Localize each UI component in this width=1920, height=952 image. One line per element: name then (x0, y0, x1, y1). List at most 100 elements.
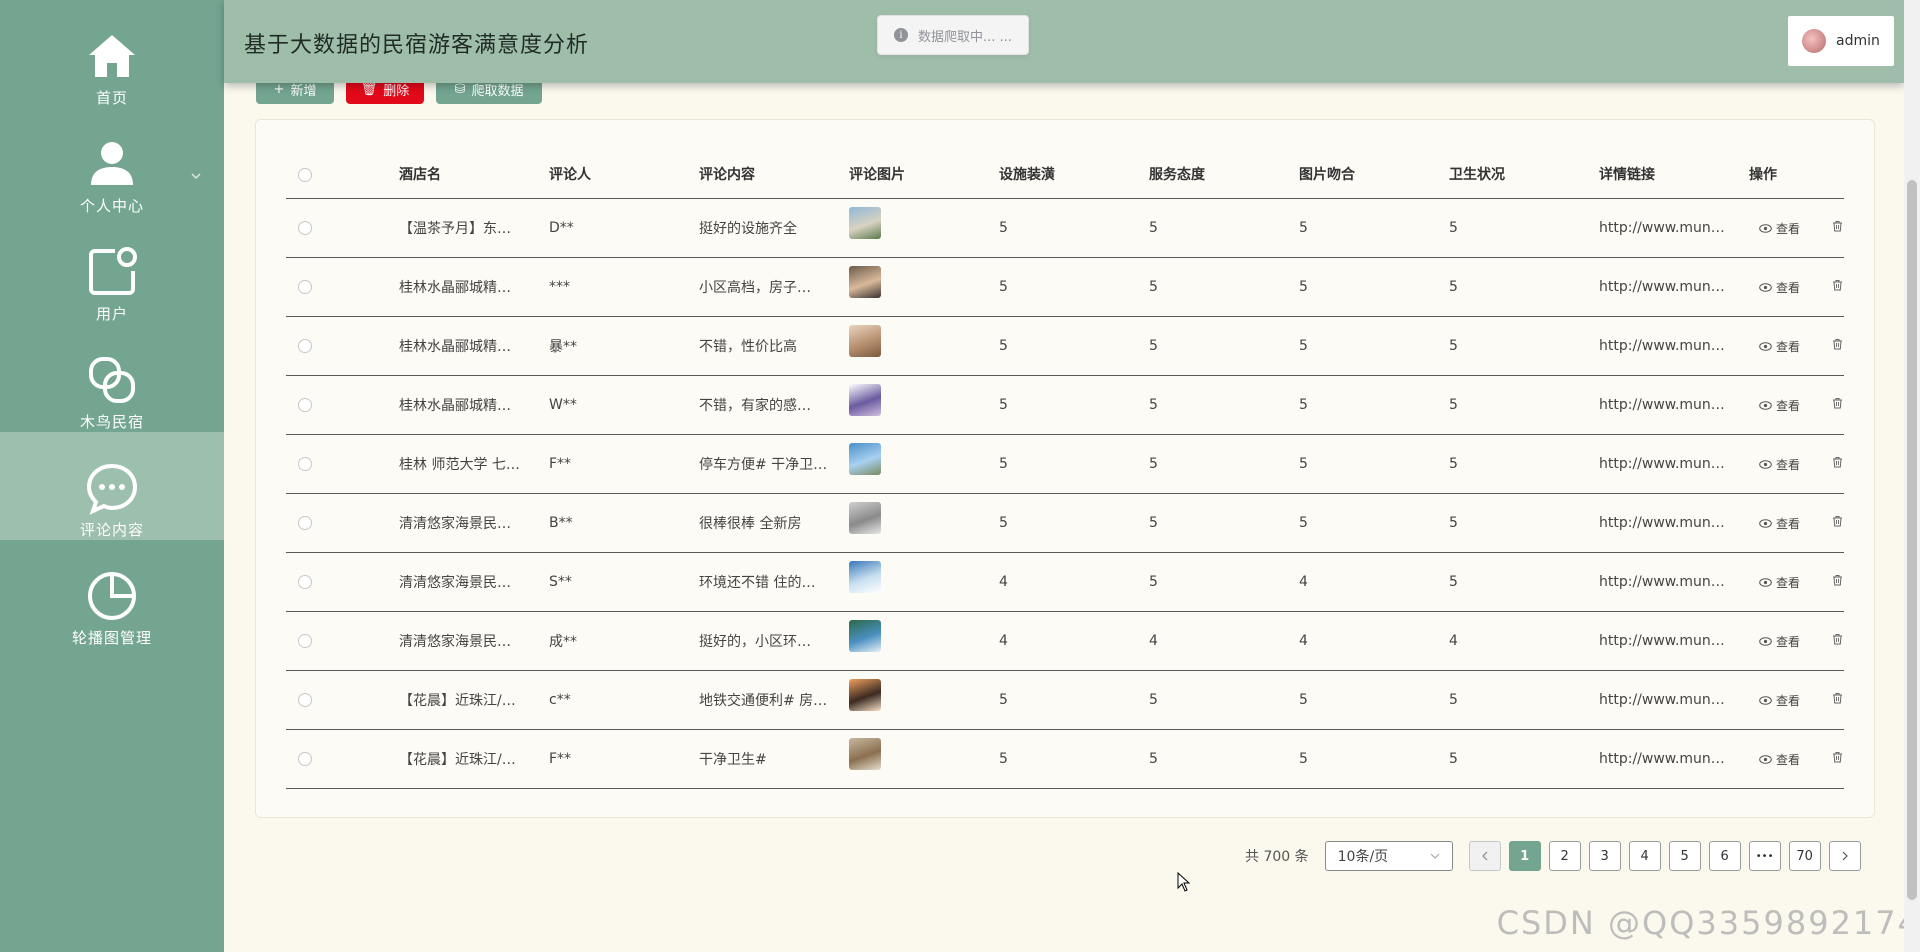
view-button[interactable]: 查看 (1759, 751, 1800, 768)
chat-icon (82, 460, 142, 515)
page-button[interactable]: 6 (1708, 841, 1741, 871)
page-button[interactable]: 2 (1548, 841, 1581, 871)
sidebar-item-personal-center[interactable]: 个人中心 (0, 108, 224, 216)
page-size-value: 10条/页 (1337, 849, 1389, 865)
delete-row-button[interactable] (1832, 515, 1843, 531)
page-more-button[interactable]: ••• (1748, 841, 1781, 871)
row-select-radio[interactable] (298, 634, 312, 648)
page-button[interactable]: 70 (1788, 841, 1821, 871)
hotel-name: 清清悠家海景民… (399, 575, 511, 591)
view-label: 查看 (1776, 575, 1801, 590)
chevron-down-icon[interactable] (190, 170, 202, 182)
hotel-name: 桂林 师范大学 七… (399, 457, 520, 473)
delete-row-button[interactable] (1832, 456, 1843, 472)
comment-content: 挺好的设施齐全 (699, 221, 797, 237)
hygiene-score: 5 (1449, 692, 1458, 708)
page-button[interactable]: 5 (1668, 841, 1701, 871)
table-row: 桂林 师范大学 七… F** 停车方便# 干净卫… 5 5 5 5 http://www.mu… (286, 435, 1844, 494)
hygiene-score: 5 (1449, 456, 1458, 472)
row-select-radio[interactable] (298, 693, 312, 707)
comment-image[interactable] (849, 738, 881, 770)
detail-link[interactable]: http://www.mun… (1599, 220, 1725, 236)
col-header-actions: 操作 (1749, 167, 1777, 183)
sidebar-item-label: 评论内容 (79, 521, 144, 539)
hotel-name: 桂林水晶郦城精… (399, 339, 511, 355)
next-page-button[interactable] (1828, 841, 1861, 871)
detail-link[interactable]: http://www.mun… (1599, 279, 1725, 295)
comment-image[interactable] (849, 679, 881, 711)
comment-image[interactable] (849, 561, 881, 593)
trash-icon (1833, 693, 1842, 704)
view-button[interactable]: 查看 (1759, 515, 1800, 532)
page-scrollbar[interactable] (1904, 0, 1920, 952)
comment-image[interactable] (849, 620, 881, 652)
facility-score: 5 (999, 220, 1008, 236)
delete-row-button[interactable] (1832, 633, 1843, 649)
hotel-name: 【花晨】近珠江/… (399, 752, 516, 768)
row-select-radio[interactable] (298, 575, 312, 589)
row-select-radio[interactable] (298, 280, 312, 294)
view-button[interactable]: 查看 (1759, 397, 1800, 414)
select-all-radio[interactable] (298, 168, 312, 182)
view-button[interactable]: 查看 (1759, 220, 1800, 237)
delete-row-button[interactable] (1832, 397, 1843, 413)
delete-row-button[interactable] (1832, 574, 1843, 590)
comment-image[interactable] (849, 384, 881, 416)
user-menu[interactable]: admin (1788, 16, 1894, 66)
sidebar-item-comments[interactable]: 评论内容 (0, 432, 224, 540)
comment-image[interactable] (849, 502, 881, 534)
delete-row-button[interactable] (1832, 220, 1843, 236)
sidebar-item-home[interactable]: 首页 (0, 0, 224, 108)
col-header-service: 服务态度 (1149, 167, 1205, 183)
sidebar-item-homestay[interactable]: 木鸟民宿 (0, 324, 224, 432)
row-select-radio[interactable] (298, 398, 312, 412)
detail-link[interactable]: http://www.mun… (1599, 751, 1725, 767)
view-label: 查看 (1776, 280, 1801, 295)
delete-row-button[interactable] (1832, 751, 1843, 767)
comment-image[interactable] (849, 266, 881, 298)
page-size-select[interactable]: 10条/页 (1324, 841, 1453, 871)
comment-image[interactable] (849, 443, 881, 475)
page-button[interactable]: 1 (1508, 841, 1541, 871)
service-score: 5 (1149, 515, 1158, 531)
delete-row-button[interactable] (1832, 338, 1843, 354)
row-select-radio[interactable] (298, 221, 312, 235)
sidebar-item-carousel[interactable]: 轮播图管理 (0, 540, 224, 648)
row-select-radio[interactable] (298, 516, 312, 530)
comment-image[interactable] (849, 207, 881, 239)
scrollbar-thumb[interactable] (1907, 180, 1917, 900)
service-score: 5 (1149, 751, 1158, 767)
service-score: 5 (1149, 692, 1158, 708)
comment-content: 停车方便# 干净卫… (699, 457, 828, 473)
prev-page-button[interactable] (1468, 841, 1501, 871)
page-button[interactable]: 4 (1628, 841, 1661, 871)
view-button[interactable]: 查看 (1759, 692, 1800, 709)
table-row: 清清悠家海景民… S** 环境还不错 住的… 4 5 4 5 http://www.mun… 查… (286, 553, 1844, 612)
view-button[interactable]: 查看 (1759, 574, 1800, 591)
view-button[interactable]: 查看 (1759, 338, 1800, 355)
detail-link[interactable]: http://www.mun… (1599, 633, 1725, 649)
detail-link[interactable]: http://www.mun… (1599, 515, 1725, 531)
row-select-radio[interactable] (298, 457, 312, 471)
facility-score: 5 (999, 515, 1008, 531)
detail-link[interactable]: http://www.mun… (1599, 338, 1725, 354)
detail-link[interactable]: http://www.mun… (1599, 397, 1725, 413)
comment-image[interactable] (849, 325, 881, 357)
sidebar-item-users[interactable]: 用户 (0, 216, 224, 324)
row-select-radio[interactable] (298, 752, 312, 766)
detail-link[interactable]: http://www.mun… (1599, 456, 1725, 472)
view-button[interactable]: 查看 (1759, 633, 1800, 650)
detail-link[interactable]: http://www.mun… (1599, 692, 1725, 708)
delete-row-button[interactable] (1832, 279, 1843, 295)
row-select-radio[interactable] (298, 339, 312, 353)
reviewer: 暴** (549, 339, 577, 355)
detail-link[interactable]: http://www.mun… (1599, 574, 1725, 590)
hygiene-score: 5 (1449, 515, 1458, 531)
trash-icon (1833, 280, 1842, 291)
view-button[interactable]: 查看 (1759, 456, 1800, 473)
page-button[interactable]: 3 (1588, 841, 1621, 871)
delete-row-button[interactable] (1832, 692, 1843, 708)
chevron-right-icon (1842, 851, 1848, 861)
view-button[interactable]: 查看 (1759, 279, 1800, 296)
top-header: 基于大数据的民宿游客满意度分析 admin (224, 0, 1904, 83)
